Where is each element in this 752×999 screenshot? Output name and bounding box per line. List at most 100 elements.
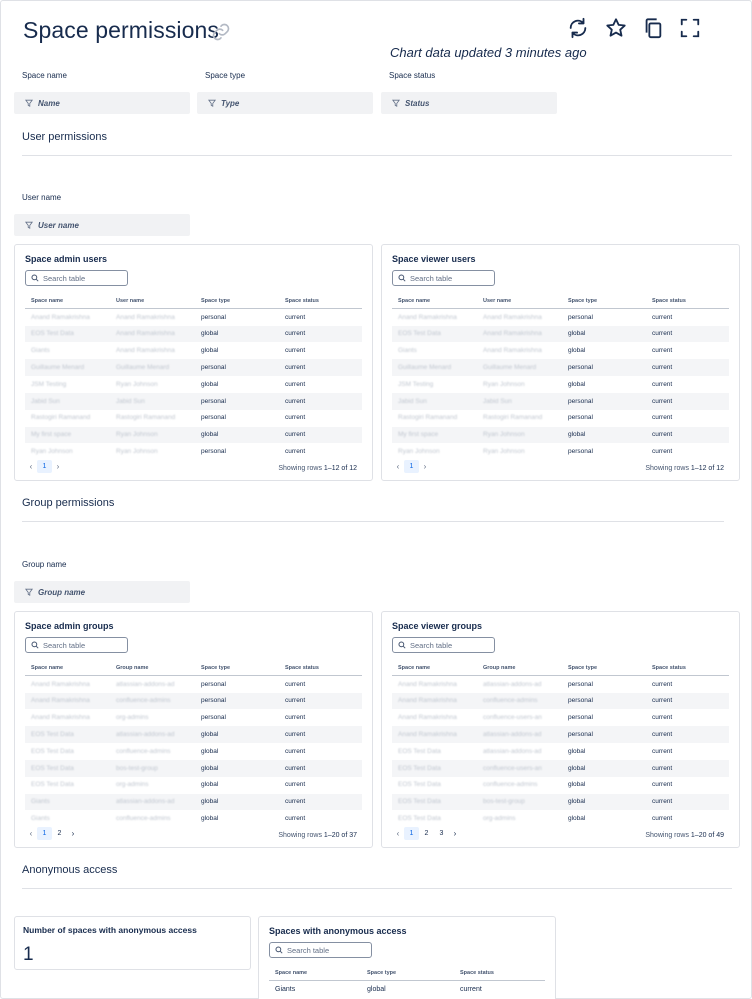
table-row[interactable]: Giants Anand Ramakrishna global current [25, 343, 362, 360]
table-row[interactable]: EOS Test Data bos-test-group global current [25, 760, 362, 777]
column-header[interactable]: Space status [652, 298, 686, 304]
column-header[interactable]: Group name [116, 665, 148, 671]
table-row[interactable]: My first space Ryan Johnson global current [25, 426, 362, 444]
table-cell: current [652, 697, 673, 705]
table-row[interactable]: Guillaume Menard Guillaume Menard personal… [392, 359, 729, 377]
table-row[interactable]: EOS Test Data bos-test-group global current [392, 793, 729, 811]
search-placeholder: Search table [287, 945, 330, 955]
table-row[interactable]: Giants atlassian-addons-ad global current [25, 793, 362, 811]
column-header[interactable]: Group name [483, 665, 515, 671]
table-cell: current [285, 714, 306, 722]
table-row[interactable]: EOS Test Data confluence-admins global curr… [25, 743, 362, 760]
fullscreen-icon[interactable] [679, 17, 701, 39]
page-button[interactable]: 2 [52, 827, 67, 840]
table-row[interactable]: EOS Test Data Anand Ramakrishna global curr… [392, 325, 729, 343]
refresh-icon[interactable] [567, 17, 589, 39]
column-header[interactable]: Space status [460, 970, 494, 976]
space-type-filter[interactable]: Type [197, 92, 373, 114]
table-row[interactable]: Rastogiri Ramanand Rastogiri Ramanand pers… [392, 410, 729, 427]
table-cell: My first space [398, 431, 439, 439]
showing-range: 1–12 of 12 [690, 465, 724, 472]
table-row[interactable]: Giants global current [269, 981, 545, 998]
space-status-filter[interactable]: Status [381, 92, 557, 114]
table-row[interactable]: Anand Ramakrishna confluence-admins person… [392, 692, 729, 710]
table-cell: Ryan Johnson [116, 431, 158, 439]
table-row[interactable]: EOS Test Data org-admins global current [25, 777, 362, 794]
column-header[interactable]: Space type [367, 970, 396, 976]
table-row[interactable]: Giants Anand Ramakrishna global current [392, 343, 729, 360]
column-header[interactable]: Space name [31, 298, 63, 304]
search-input[interactable]: Search table [25, 637, 128, 653]
table-row[interactable]: Anand Ramakrishna confluence-admins person… [25, 692, 362, 710]
column-header[interactable]: Space status [652, 665, 686, 671]
table-row[interactable]: EOS Test Data atlassian-addons-ad global cu… [392, 743, 729, 760]
table-row[interactable]: Giants confluence-admins global current [25, 810, 362, 827]
column-header[interactable]: Space name [275, 970, 307, 976]
kpi-card-anonymous: Number of spaces with anonymous access 1 [14, 916, 251, 970]
table-row[interactable]: Anand Ramakrishna atlassian-addons-ad pers… [392, 676, 729, 693]
table-row[interactable]: Anand Ramakrishna confluence-users-an pers… [392, 710, 729, 727]
table-cell: Ryan Johnson [116, 380, 158, 388]
chevron-right-icon[interactable]: › [67, 829, 79, 838]
space-name-filter[interactable]: Name [14, 92, 190, 114]
table-row[interactable]: Jabid Sun Jabid Sun personal current [25, 393, 362, 410]
table-row[interactable]: Guillaume Menard Guillaume Menard personal… [25, 359, 362, 377]
table-row[interactable]: JSM Testing Ryan Johnson global current [392, 376, 729, 393]
search-input[interactable]: Search table [392, 637, 495, 653]
user-name-filter[interactable]: User name [14, 214, 190, 236]
column-header[interactable]: Space type [568, 298, 597, 304]
filter-label-space-name: Space name [22, 71, 67, 80]
column-header[interactable]: Space type [201, 298, 230, 304]
table-row[interactable]: Anand Ramakrishna Anand Ramakrishna person… [392, 309, 729, 326]
table-row[interactable]: Anand Ramakrishna atlassian-addons-ad pers… [392, 726, 729, 744]
table-row[interactable]: Anand Ramakrishna Anand Ramakrishna person… [25, 309, 362, 326]
table-cell: Anand Ramakrishna [398, 680, 457, 688]
link-icon[interactable] [210, 22, 232, 42]
page-button[interactable]: 1 [404, 460, 419, 473]
table-row[interactable]: EOS Test Data confluence-users-an global cu… [392, 760, 729, 777]
chevron-left-icon[interactable]: ‹ [392, 462, 404, 471]
column-header[interactable]: Space status [285, 665, 319, 671]
table-row[interactable]: Ryan Johnson Ryan Johnson personal current [392, 443, 729, 460]
page-button[interactable]: 3 [434, 827, 449, 840]
column-header[interactable]: Space name [398, 665, 430, 671]
table-row[interactable]: Rastogiri Ramanand Rastogiri Ramanand pers… [25, 410, 362, 427]
table-row[interactable]: JSM Testing Ryan Johnson global current [25, 376, 362, 393]
table-row[interactable]: My first space Ryan Johnson global current [392, 426, 729, 444]
table-row[interactable]: Jabid Sun Jabid Sun personal current [392, 393, 729, 410]
chevron-left-icon[interactable]: ‹ [392, 829, 404, 838]
copy-icon[interactable] [642, 17, 664, 39]
chevron-left-icon[interactable]: ‹ [25, 829, 37, 838]
page-button[interactable]: 1 [404, 827, 419, 840]
page-button[interactable]: 1 [37, 460, 52, 473]
table-row[interactable]: EOS Test Data confluence-admins global curr… [392, 777, 729, 794]
table-cell: Anand Ramakrishna [398, 730, 457, 738]
column-header[interactable]: Space type [201, 665, 230, 671]
star-icon[interactable] [605, 17, 627, 39]
table-row[interactable]: Ryan Johnson Ryan Johnson personal current [25, 443, 362, 460]
table-cell: EOS Test Data [31, 747, 74, 755]
chevron-right-icon[interactable]: › [52, 462, 64, 471]
column-header[interactable]: Space status [285, 298, 319, 304]
chevron-left-icon[interactable]: ‹ [25, 462, 37, 471]
column-header[interactable]: Space name [31, 665, 63, 671]
page-button[interactable]: 1 [37, 827, 52, 840]
column-header[interactable]: Space name [398, 298, 430, 304]
chevron-right-icon[interactable]: › [419, 462, 431, 471]
column-header[interactable]: User name [483, 298, 511, 304]
search-input[interactable]: Search table [25, 270, 128, 286]
table-row[interactable]: EOS Test Data atlassian-addons-ad global cu… [25, 726, 362, 744]
table-row[interactable]: Anand Ramakrishna org-admins personal curre… [25, 710, 362, 727]
group-name-filter[interactable]: Group name [14, 581, 190, 603]
table-row[interactable]: Anand Ramakrishna atlassian-addons-ad pers… [25, 676, 362, 693]
chevron-right-icon[interactable]: › [449, 829, 461, 838]
search-input[interactable]: Search table [269, 942, 372, 958]
search-input[interactable]: Search table [392, 270, 495, 286]
table-row[interactable]: EOS Test Data Anand Ramakrishna global curr… [25, 325, 362, 343]
table-cell: current [652, 380, 673, 388]
column-header[interactable]: Space type [568, 665, 597, 671]
filter-placeholder: Status [405, 98, 430, 108]
page-button[interactable]: 2 [419, 827, 434, 840]
column-header[interactable]: User name [116, 298, 144, 304]
table-row[interactable]: EOS Test Data org-admins global current [392, 810, 729, 827]
